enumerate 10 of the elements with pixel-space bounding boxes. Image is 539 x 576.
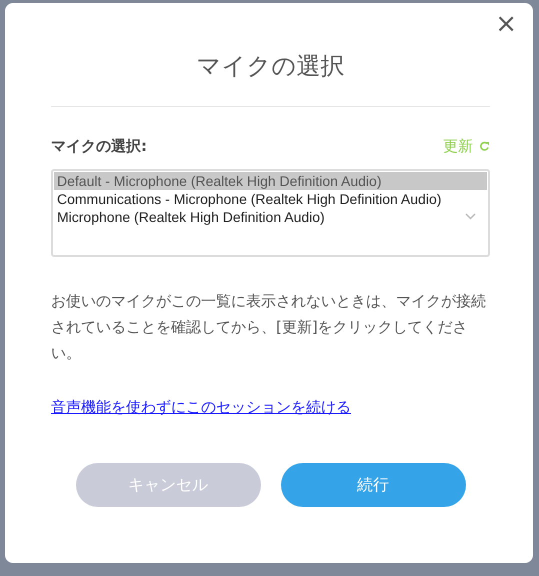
field-label: マイクの選択: <box>51 137 147 156</box>
refresh-icon <box>479 141 490 152</box>
microphone-option[interactable]: Communications - Microphone (Realtek High Definition Audio) <box>54 190 487 208</box>
skip-audio-link[interactable]: 音声機能を使わずにこのセッションを続ける <box>51 398 351 417</box>
microphone-option[interactable]: Microphone (Realtek High Definition Audio) <box>54 208 487 226</box>
dialog-title: マイクの選択 <box>196 51 346 82</box>
microphone-option[interactable]: Default - Microphone (Realtek High Definition Audio) <box>54 172 487 190</box>
help-text: お使いのマイクがこの一覧に表示されないときは、マイクが接続されていることを確認してから、[更新]をクリックしてください。 <box>51 291 487 364</box>
chevron-down-icon <box>465 213 476 220</box>
microphone-listbox[interactable]: Default - Microphone (Realtek High Definition Audio) Communications - Microphone (Realtek High Definition Audio) Microphone (Realtek High Definition Audio) <box>51 169 490 257</box>
